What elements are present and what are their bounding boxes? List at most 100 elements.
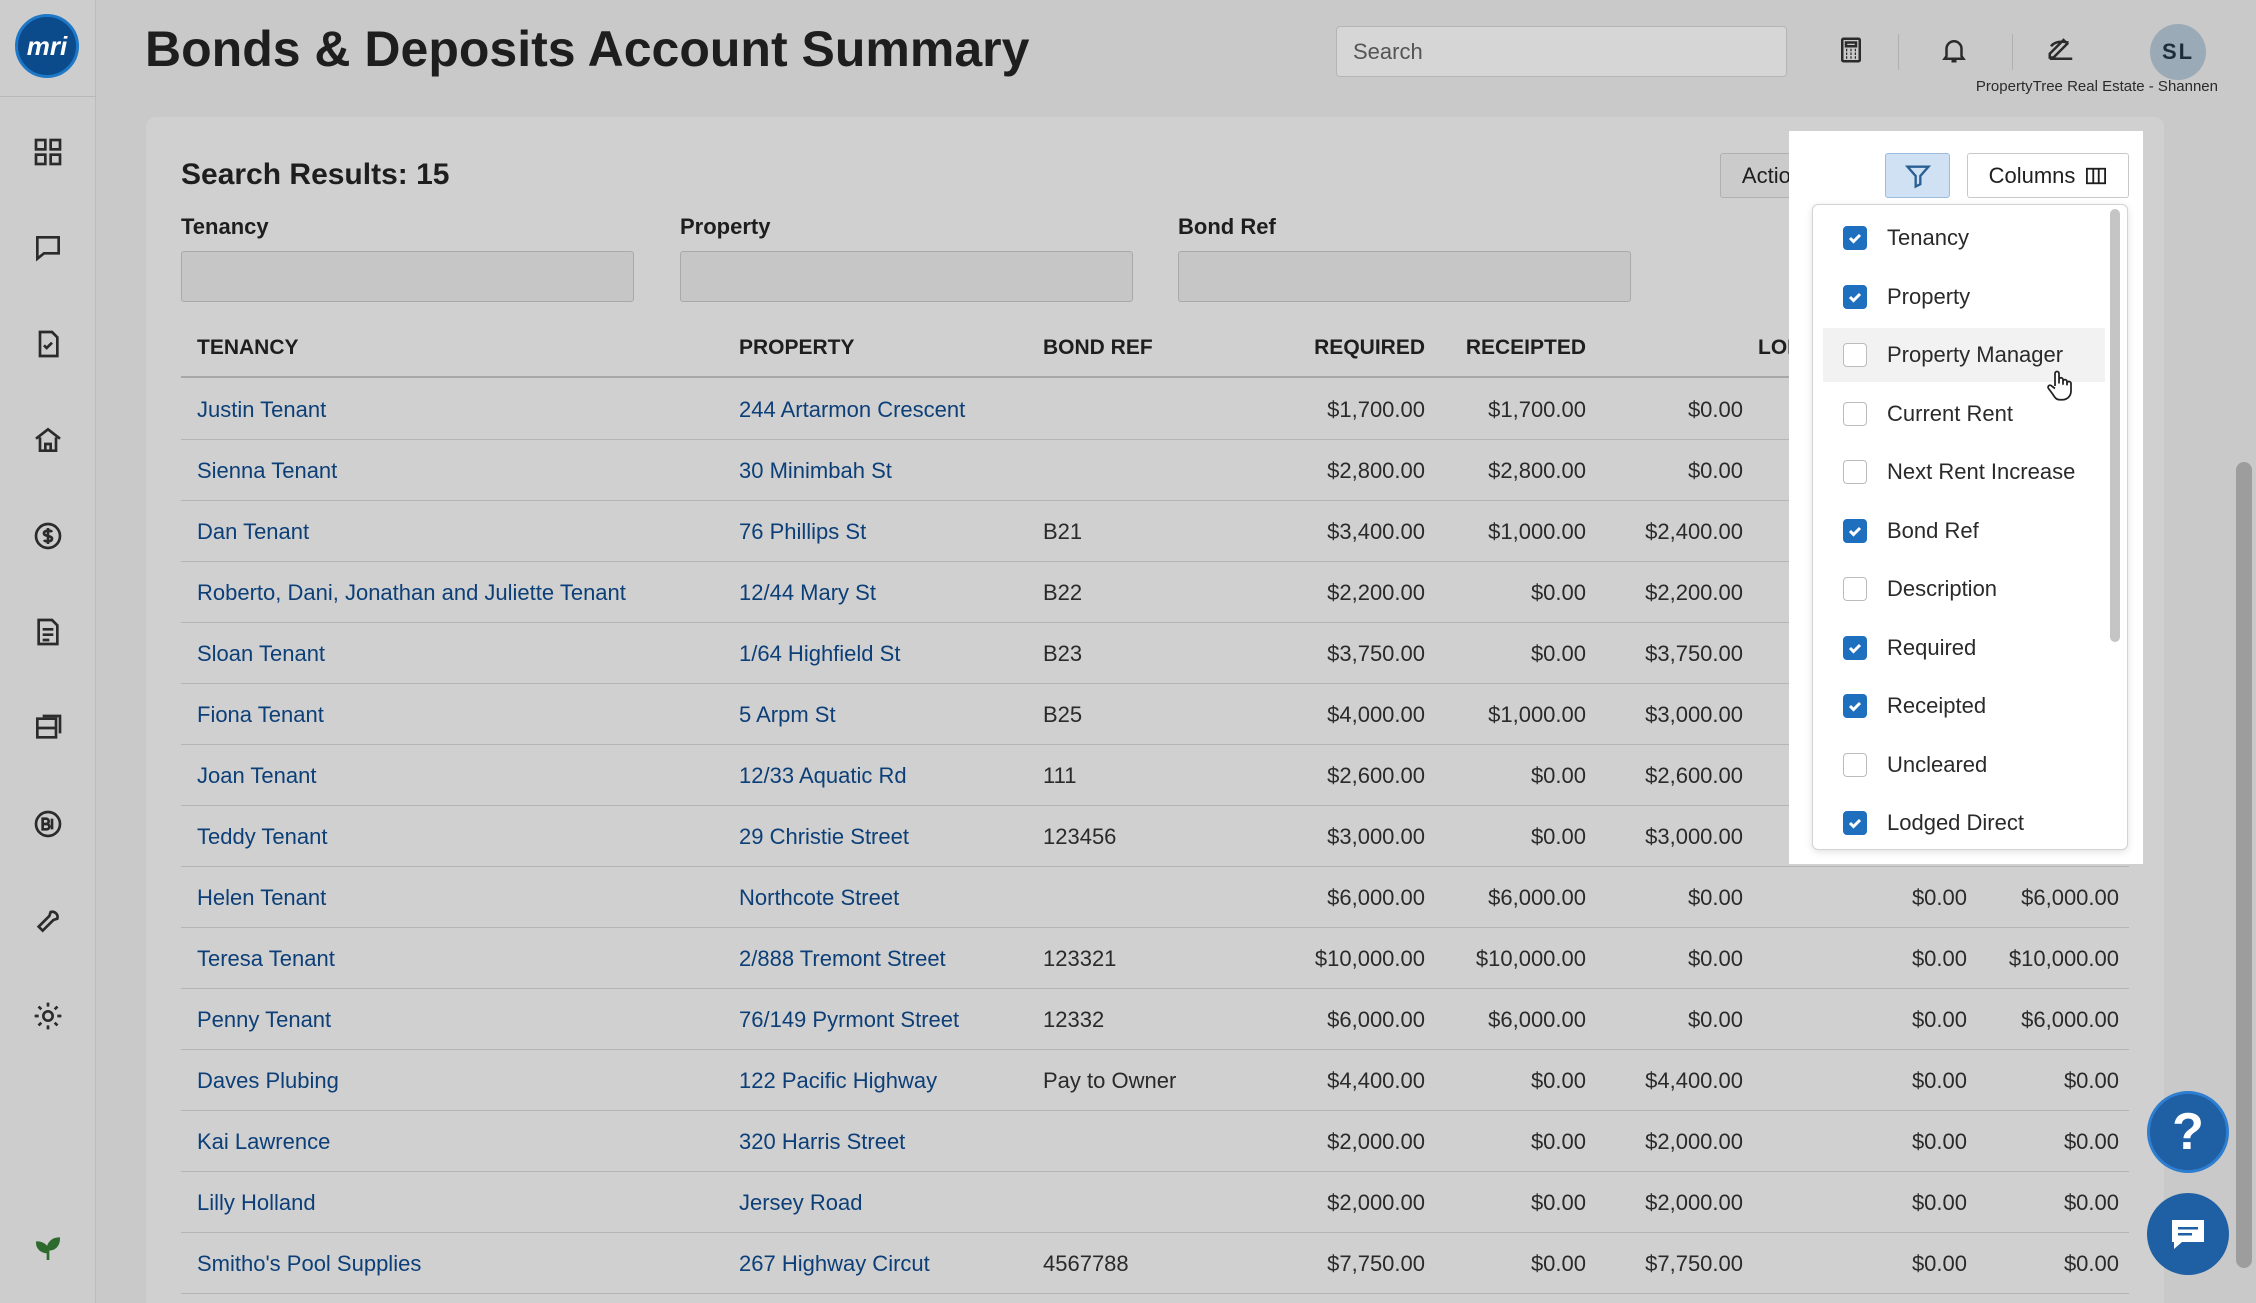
property-cell[interactable]: 76/149 Pyrmont Street [739,989,959,1050]
checkbox-checked-icon[interactable] [1843,811,1867,835]
tenancy-cell[interactable]: Kai Lawrence [197,1111,330,1172]
tenancy-cell[interactable]: Sloan Tenant [197,623,325,684]
receipted-cell: $0.00 [1530,1251,1586,1276]
column-option[interactable]: Receipted [1823,679,2105,733]
dashboard-icon[interactable] [28,132,68,172]
filter-button[interactable] [1885,153,1950,198]
property-cell[interactable]: 76 Phillips St [739,501,866,562]
page-scrollbar[interactable] [2236,462,2252,1268]
checkbox-unchecked-icon[interactable] [1843,460,1867,484]
column-option[interactable]: Property [1823,270,2105,324]
table-row[interactable]: Penny Tenant 76/149 Pyrmont Street 12332 $6… [181,989,2129,1050]
column-option[interactable]: Uncleared [1823,738,2105,792]
column-option[interactable]: Bond Ref [1823,504,2105,558]
property-cell[interactable]: 267 Highway Circut [739,1233,930,1294]
columns-label: Columns [1988,162,2076,188]
tenancy-cell[interactable]: Justin Tenant [197,379,326,440]
signature-pen-icon[interactable] [2039,28,2083,72]
help-button[interactable]: ? [2147,1091,2229,1173]
property-cell[interactable]: 12/44 Mary St [739,562,876,623]
search-results-count: Search Results: 15 [181,158,450,191]
lodged-direct-cell: $3,000.00 [1645,702,1743,727]
tenancy-cell[interactable]: Helen Tenant [197,867,326,928]
checkbox-checked-icon[interactable] [1843,635,1867,660]
tenancy-cell[interactable]: Smitho's Pool Supplies [197,1233,421,1294]
bondref-filter-input[interactable] [1178,251,1631,302]
column-header-property[interactable]: Property [739,320,855,376]
receipted-cell: $2,800.00 [1488,458,1586,483]
tools-icon[interactable] [28,900,68,940]
tenancy-cell[interactable]: Sienna Tenant [197,440,337,501]
mri-logo[interactable]: mri [15,14,79,78]
leaf-icon [28,1228,68,1268]
bond-ref-cell: 12332 [1043,1007,1105,1032]
columns-button[interactable]: Columns [1967,153,2129,198]
tenancy-cell[interactable]: Fiona Tenant [197,684,324,745]
checkbox-checked-icon[interactable] [1843,226,1867,250]
property-cell[interactable]: 320 Harris Street [739,1111,905,1172]
tenancy-cell[interactable]: Teresa Tenant [197,928,335,989]
column-header-receipted[interactable]: Receipted [1411,320,1586,376]
column-option-label: Property Manager [1887,342,2064,367]
column-option[interactable]: Description [1823,562,2105,616]
tenancy-cell[interactable]: Dan Tenant [197,501,309,562]
lodged-direct-cell: $2,200.00 [1645,580,1743,605]
property-filter-input[interactable] [680,251,1133,302]
column-header-tenancy[interactable]: Tenancy [197,320,299,376]
inbox-icon[interactable] [28,708,68,748]
column-option-label: Current Rent [1887,400,2013,426]
table-row[interactable]: Daves Plubing 122 Pacific Highway Pay to O… [181,1050,2129,1111]
column-option[interactable]: Lodged Direct [1823,796,2105,849]
tenancy-cell[interactable]: Daves Plubing [197,1050,339,1111]
tenancy-cell[interactable]: Roberto, Dani, Jonathan and Juliette Ten… [197,562,626,623]
user-avatar[interactable]: SL [2150,24,2206,80]
property-cell[interactable]: Northcote Street [739,867,899,928]
table-row[interactable]: Smitho's Pool Supplies 267 Highway Circut… [181,1233,2129,1294]
property-cell[interactable]: 1/64 Highfield St [739,623,900,684]
notifications-bell-icon[interactable] [1932,28,1976,72]
checkbox-unchecked-icon[interactable] [1843,343,1867,367]
table-row[interactable]: Lilly Holland Jersey Road $2,000.00 $0.00 $2… [181,1172,2129,1233]
finance-icon[interactable] [28,516,68,556]
lodged-direct-cell: $4,400.00 [1645,1068,1743,1093]
checkbox-checked-icon[interactable] [1843,518,1867,543]
property-icon[interactable] [28,420,68,460]
table-row[interactable]: Teresa Tenant 2/888 Tremont Street 123321 $… [181,928,2129,989]
property-cell[interactable]: Jersey Road [739,1172,863,1233]
checkbox-unchecked-icon[interactable] [1843,401,1867,426]
tenancy-cell[interactable]: Lilly Holland [197,1172,316,1233]
checkbox-checked-icon[interactable] [1843,694,1867,718]
table-row[interactable]: Kai Lawrence 320 Harris Street $2,000.00 $0… [181,1111,2129,1172]
required-cell: $3,000.00 [1327,824,1425,849]
tenancy-filter-input[interactable] [181,251,634,302]
checkbox-unchecked-icon[interactable] [1843,752,1867,777]
settings-gear-icon[interactable] [28,996,68,1036]
checkbox-checked-icon[interactable] [1843,284,1867,309]
calculator-icon[interactable] [1829,28,1873,72]
table-row[interactable]: Helen Tenant Northcote Street $6,000.00 $6,… [181,867,2129,928]
property-cell[interactable]: 244 Artarmon Crescent [739,379,965,440]
messages-icon[interactable] [28,228,68,268]
property-cell[interactable]: 29 Christie Street [739,806,909,867]
property-cell[interactable]: 2/888 Tremont Street [739,928,946,989]
column-option[interactable]: Tenancy [1823,211,2105,265]
tenancy-cell[interactable]: Penny Tenant [197,989,331,1050]
chat-button[interactable] [2147,1193,2229,1275]
tenancy-cell[interactable]: Teddy Tenant [197,806,327,867]
column-header-required[interactable]: Required [1251,320,1425,376]
property-cell[interactable]: 5 Arpm St [739,684,836,745]
column-option[interactable]: Next Rent Increase [1823,445,2105,499]
tasks-icon[interactable] [28,324,68,364]
tenancy-cell[interactable]: Joan Tenant [197,745,316,806]
property-cell[interactable]: 12/33 Aquatic Rd [739,745,907,806]
reports-icon[interactable] [28,612,68,652]
lodged-direct-cell: $3,000.00 [1645,824,1743,849]
bi-icon[interactable] [28,804,68,844]
columns-dropdown-scrollbar[interactable] [2110,209,2120,642]
column-option[interactable]: Required [1823,621,2105,675]
property-cell[interactable]: 122 Pacific Highway [739,1050,937,1111]
column-header-bond-ref[interactable]: Bond Ref [1043,320,1153,376]
search-input[interactable] [1336,26,1787,77]
property-cell[interactable]: 30 Minimbah St [739,440,892,501]
checkbox-unchecked-icon[interactable] [1843,577,1867,601]
